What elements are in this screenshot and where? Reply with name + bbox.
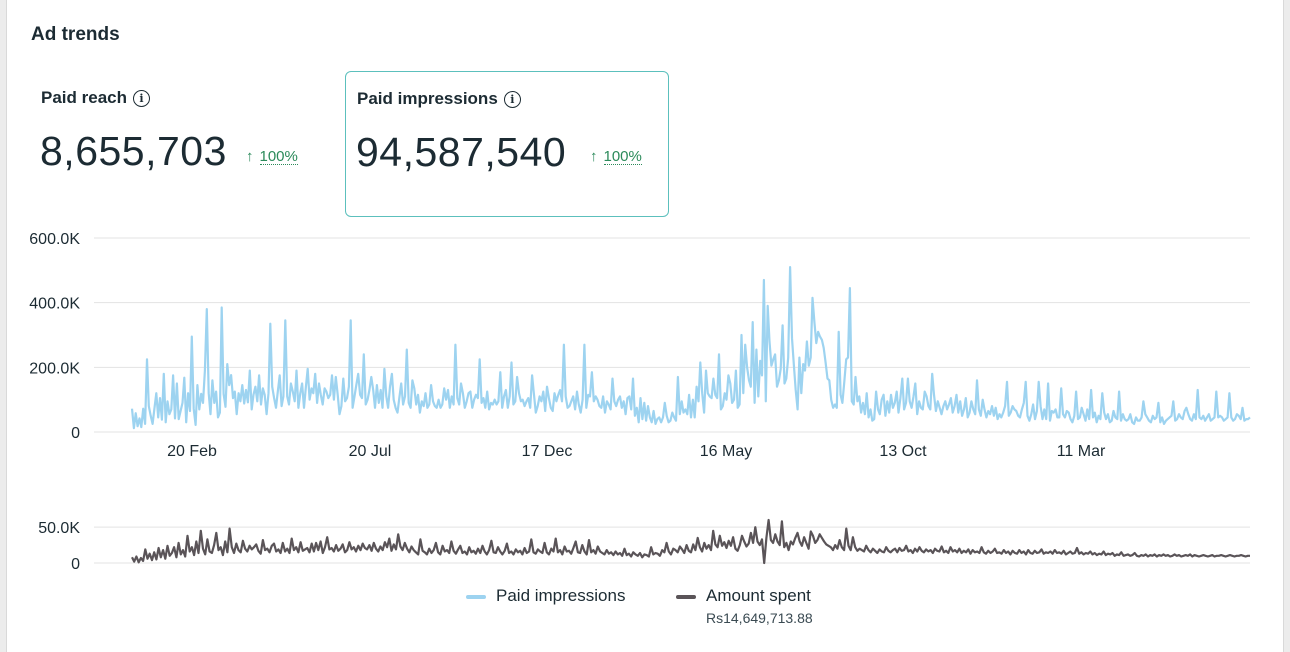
y-tick-label: 200.0K [29,360,80,377]
series-line-paid-impressions [130,266,1251,430]
legend-swatch-spent [676,595,696,599]
x-tick-label: 17 Dec [522,443,573,460]
legend-label: Amount spent [706,586,811,605]
legend-label: Paid impressions [496,586,626,605]
legend-sublabel: Rs14,649,713.88 [706,610,813,626]
y-tick-label: 400.0K [29,296,80,313]
x-tick-label: 16 May [700,443,752,460]
x-tick-label: 20 Feb [167,443,217,460]
y-tick-label: 600.0K [29,231,80,248]
legend-item-spent[interactable]: Amount spent Rs14,649,713.88 [676,586,813,626]
y-tick-label: 0 [71,425,80,442]
legend-entry: Amount spent Rs14,649,713.88 [676,586,813,626]
y-tick-label: 0 [71,556,80,573]
series-line-amount-spent [131,518,1250,565]
x-tick-label: 20 Jul [349,443,392,460]
x-tick-label: 11 Mar [1057,443,1106,460]
y-tick-label: 50.0K [38,520,80,537]
legend-swatch-impressions [466,595,486,599]
ad-trends-chart[interactable]: 0 200.0K 400.0K 600.0K 0 50.0K 20 Feb 20 Jul 17 … [0,0,1290,652]
legend-item-impressions[interactable]: Paid impressions [466,586,625,606]
legend-entry: Paid impressions [466,586,625,606]
x-tick-label: 13 Oct [879,443,927,460]
